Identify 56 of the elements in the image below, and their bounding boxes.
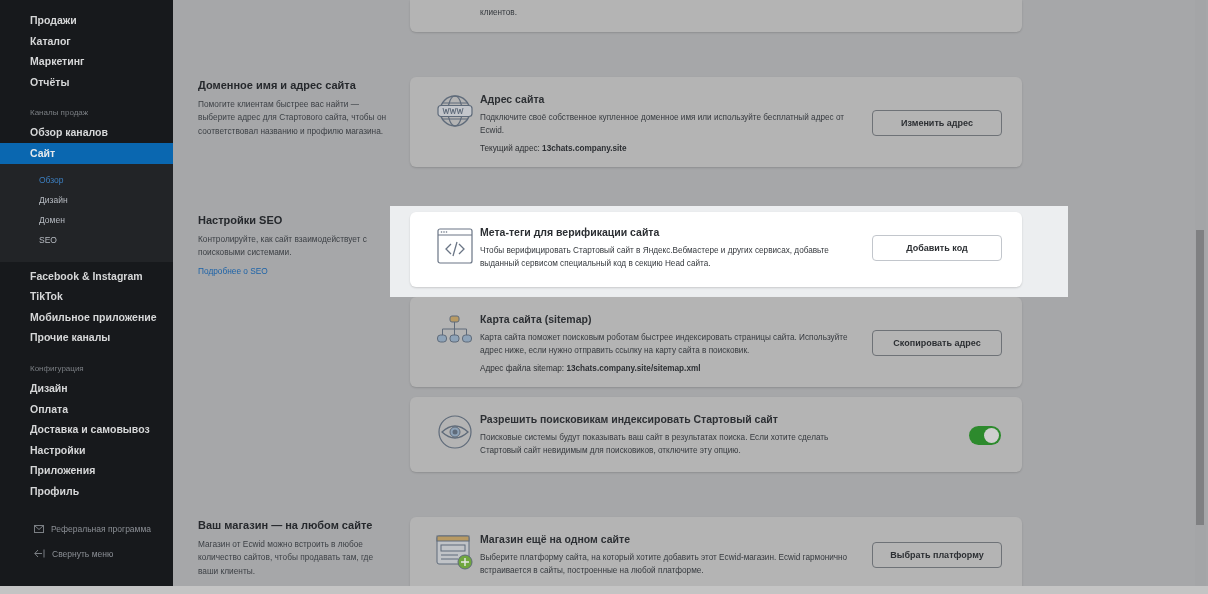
card-description: клиентов. <box>480 7 518 19</box>
card-title: Карта сайта (sitemap) <box>480 312 593 325</box>
nav-section-label: Каналы продаж <box>29 107 90 120</box>
collapse-icon <box>34 549 45 558</box>
section-title: Ваш магазин — на любом сайте <box>198 518 374 531</box>
submenu-item[interactable]: Домен <box>0 209 173 230</box>
nav-item[interactable]: Мобильное приложение <box>0 306 173 328</box>
section-description: Помогите клиентам быстрее вас найти — выберите адрес для Стартового сайта, чтобы он соответствовал названию и профилю магазина. <box>198 97 388 139</box>
envelope-icon <box>34 524 44 533</box>
action-button[interactable]: Выбрать платформу <box>872 542 1002 568</box>
nav-item[interactable]: Отчёты <box>0 71 173 93</box>
card-title: Разрешить поисковикам индексировать Стартовый сайт <box>480 412 779 425</box>
nav-item[interactable]: Настройки <box>0 439 173 461</box>
nav-item[interactable]: Продажи <box>0 10 173 31</box>
scrollbar-thumb[interactable] <box>1196 230 1204 525</box>
card-detail: Адрес файла sitemap: 13chats.company.site/sitemap.xml <box>480 363 702 373</box>
nav-item[interactable]: TikTok <box>0 286 173 307</box>
nav-item[interactable]: Приложения <box>0 460 173 481</box>
footer-link[interactable]: Свернуть меню <box>52 548 114 559</box>
website-add-icon <box>436 534 474 571</box>
section-title: Доменное имя и адрес сайта <box>198 78 357 91</box>
footer-link[interactable]: Реферальная программа <box>51 523 151 534</box>
nav-item[interactable]: Каталог <box>0 30 173 52</box>
eye-icon <box>438 414 472 449</box>
card-description: Выберите платформу сайта, на который хотите добавить этот Ecwid-магазин. Ecwid гармонично встраивается в сайты, построенные на любой платформе. <box>480 551 849 577</box>
globe-icon <box>437 94 473 127</box>
section-description: Магазин от Ecwid можно встроить в любое количество сайтов, чтобы продавать там, где ваши клиенты. <box>198 537 375 579</box>
submenu-item[interactable]: SEO <box>0 229 173 250</box>
nav-item[interactable]: Доставка и самовывоз <box>0 419 173 440</box>
action-button[interactable]: Добавить код <box>872 235 1002 261</box>
nav-item[interactable]: Обзор каналов <box>0 122 173 143</box>
nav-item[interactable]: Профиль <box>0 480 173 502</box>
submenu-item[interactable]: Дизайн <box>0 189 173 210</box>
card-title: Мета-теги для верификации сайта <box>480 225 661 238</box>
nav-section-label: Конфигурация <box>29 362 85 375</box>
nav-item[interactable]: Маркетинг <box>0 51 173 72</box>
submenu-item[interactable]: Обзор <box>0 169 173 190</box>
toggle-switch[interactable] <box>969 425 1001 445</box>
section-description: Контролируйте, как сайт взаимодействует с поисковыми системами. <box>198 232 368 260</box>
sitemap-icon <box>436 314 474 343</box>
code-window-icon <box>437 227 473 264</box>
action-button[interactable]: Изменить адрес <box>872 109 1002 136</box>
nav-item[interactable]: Прочие каналы <box>0 327 173 348</box>
nav-item[interactable]: Сайт <box>0 142 173 164</box>
action-button[interactable]: Скопировать адрес <box>872 329 1002 356</box>
section-title: Настройки SEO <box>198 213 284 226</box>
card-description: Подключите своё собственное купленное доменное имя или используйте бесплатный адрес от Ecwid. <box>480 111 846 137</box>
card-title: Магазин ещё на одном сайте <box>480 532 632 545</box>
card-description: Карта сайта поможет поисковым роботам быстрее индексировать страницы сайта. Используйте адрес ниже, если нужно отправить ссылку на карту сайта в поисковик. <box>480 331 849 357</box>
nav-item[interactable]: Facebook & Instagram <box>0 265 173 287</box>
card-title: Адрес сайта <box>480 92 546 105</box>
nav-item[interactable]: Дизайн <box>0 377 173 399</box>
card-description: Чтобы верифицировать Стартовый сайт в Яндекс.Вебмастере и других сервисах, добавьте выданный сервисом специальный код в секцию Head сайта. <box>480 244 830 270</box>
card-description: Поисковые системы будут показывать ваш сайт в результатах поиска. Если хотите сделать Стартовый сайт невидимым для поисковиков, отключите эту опцию. <box>480 431 830 457</box>
card-detail: Текущий адрес: 13chats.company.site <box>480 143 628 153</box>
nav-item[interactable]: Оплата <box>0 398 173 420</box>
